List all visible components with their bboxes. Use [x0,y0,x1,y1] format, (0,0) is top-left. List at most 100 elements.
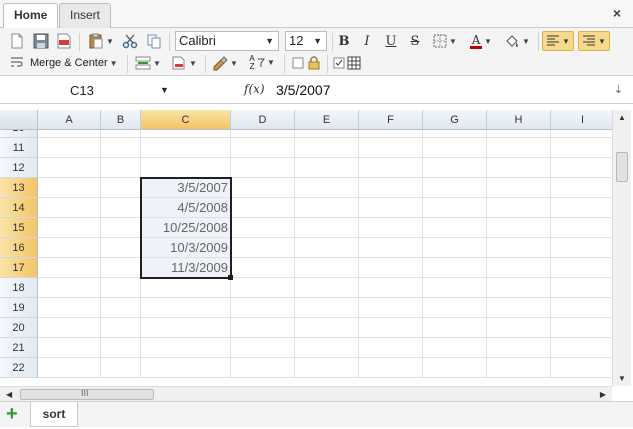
gridlines-icon[interactable] [346,54,362,72]
align-right-button[interactable]: ▼ [578,31,610,51]
row-header-13[interactable]: 13 [0,178,38,198]
cut-icon[interactable] [121,32,139,50]
delete-row-button[interactable]: ▼ [169,54,199,72]
cell-I19[interactable] [551,298,612,318]
cell-B20[interactable] [101,318,141,338]
cell-E13[interactable] [295,178,359,198]
row-header-18[interactable]: 18 [0,278,38,298]
cell-B21[interactable] [101,338,141,358]
cell-C12[interactable] [141,158,231,178]
cell-I18[interactable] [551,278,612,298]
cell-A21[interactable] [38,338,101,358]
cell-D12[interactable] [231,158,295,178]
cell-E21[interactable] [295,338,359,358]
cell-C11[interactable] [141,138,231,158]
cell-G22[interactable] [423,358,487,378]
cell-F13[interactable] [359,178,423,198]
cell-B16[interactable] [101,238,141,258]
cell-D13[interactable] [231,178,295,198]
paste-button[interactable]: ▼ [86,32,116,50]
cell-E20[interactable] [295,318,359,338]
strikethrough-button[interactable]: S [407,32,423,50]
cell-I17[interactable] [551,258,612,278]
cell-F19[interactable] [359,298,423,318]
cell-C21[interactable] [141,338,231,358]
row-header-19[interactable]: 19 [0,298,38,318]
cell-G15[interactable] [423,218,487,238]
row-header-20[interactable]: 20 [0,318,38,338]
new-file-icon[interactable] [8,32,26,50]
expand-formula-icon[interactable]: ⇣ [614,83,623,96]
cell-F22[interactable] [359,358,423,378]
cell-D19[interactable] [231,298,295,318]
fill-color-button[interactable]: ▼ [502,32,532,50]
cell-A20[interactable] [38,318,101,338]
row-header-14[interactable]: 14 [0,198,38,218]
cell-I15[interactable] [551,218,612,238]
cell-A11[interactable] [38,138,101,158]
column-header-C[interactable]: C [141,110,231,130]
row-header-22[interactable]: 22 [0,358,38,378]
tab-insert[interactable]: Insert [59,3,112,28]
pdf-icon[interactable] [55,32,73,50]
cell-G19[interactable] [423,298,487,318]
cell-E19[interactable] [295,298,359,318]
fx-button[interactable]: f(x) [244,77,265,104]
row-header-17[interactable]: 17 [0,258,38,278]
scroll-left-icon[interactable]: ◀ [6,390,12,399]
cell-H21[interactable] [487,338,551,358]
font-name-select[interactable]: Calibri ▼ [175,31,279,51]
cell-E12[interactable] [295,158,359,178]
cell-D22[interactable] [231,358,295,378]
add-sheet-icon[interactable]: + [6,403,18,425]
cell-D11[interactable] [231,138,295,158]
underline-button[interactable]: U [383,32,399,50]
cell-F21[interactable] [359,338,423,358]
cell-I11[interactable] [551,138,612,158]
merge-center-button[interactable]: Merge & Center ▼ [30,54,122,72]
cell-F14[interactable] [359,198,423,218]
cell-E17[interactable] [295,258,359,278]
insert-row-button[interactable]: ▼ [133,54,163,72]
cell-A15[interactable] [38,218,101,238]
cell-B12[interactable] [101,158,141,178]
cell-H15[interactable] [487,218,551,238]
cell-H13[interactable] [487,178,551,198]
cell-A12[interactable] [38,158,101,178]
cell-G18[interactable] [423,278,487,298]
cell-B15[interactable] [101,218,141,238]
sheet-tab-sort[interactable]: sort [30,402,78,427]
save-icon[interactable] [32,32,50,50]
fill-handle[interactable] [228,275,233,280]
format-painter-button[interactable]: ▼ [210,54,240,72]
cell-H18[interactable] [487,278,551,298]
column-header-A[interactable]: A [38,110,101,130]
checkbox-icon[interactable] [290,54,306,72]
cell-G13[interactable] [423,178,487,198]
cell-G21[interactable] [423,338,487,358]
cell-E18[interactable] [295,278,359,298]
cell-G14[interactable] [423,198,487,218]
cell-I20[interactable] [551,318,612,338]
cell-A22[interactable] [38,358,101,378]
cell-F15[interactable] [359,218,423,238]
row-header-15[interactable]: 15 [0,218,38,238]
row-header-21[interactable]: 21 [0,338,38,358]
cell-G16[interactable] [423,238,487,258]
wrap-text-icon[interactable] [8,54,26,72]
cell-B14[interactable] [101,198,141,218]
cell-D20[interactable] [231,318,295,338]
scroll-down-icon[interactable]: ▼ [618,374,626,383]
cell-B19[interactable] [101,298,141,318]
cell-A14[interactable] [38,198,101,218]
cell-A16[interactable] [38,238,101,258]
cell-D16[interactable] [231,238,295,258]
font-color-button[interactable]: A ▼ [466,32,496,50]
cell-F17[interactable] [359,258,423,278]
align-left-button[interactable]: ▼ [542,31,574,51]
sort-filter-button[interactable]: A Z ▼ [245,54,277,72]
cell-H16[interactable] [487,238,551,258]
cell-I12[interactable] [551,158,612,178]
cell-E22[interactable] [295,358,359,378]
cell-A13[interactable] [38,178,101,198]
